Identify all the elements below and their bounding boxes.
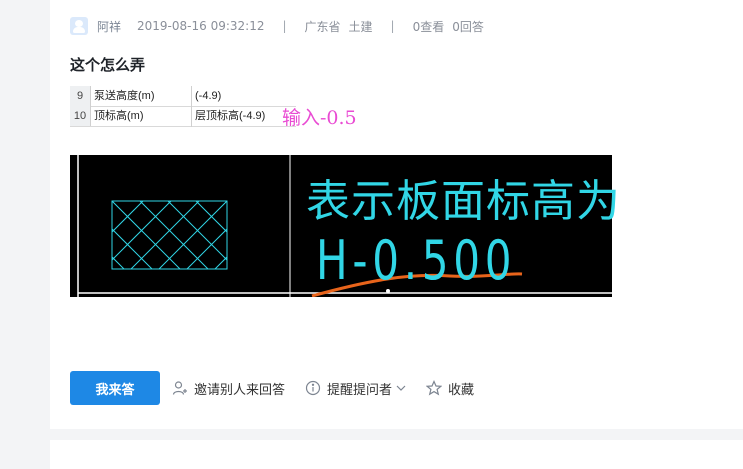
add-user-icon bbox=[172, 380, 188, 396]
row-number: 9 bbox=[70, 86, 91, 106]
invite-label: 邀请别人来回答 bbox=[194, 382, 286, 398]
remind-button[interactable]: 提醒提问者 bbox=[305, 379, 406, 398]
answer-count: 0回答 bbox=[452, 19, 484, 34]
screenshot-table: 9 泵送高度(m) (-4.9) 10 顶标高(m) 层顶标高(-4.9) bbox=[70, 86, 296, 130]
meta-separator: | bbox=[282, 19, 287, 33]
remind-label: 提醒提问者 bbox=[327, 382, 393, 398]
hatched-rectangle bbox=[111, 200, 228, 270]
action-bar: 我来答 邀请别人来回答 提醒提问者 收藏 bbox=[70, 371, 494, 405]
post-region: 广东省 bbox=[304, 19, 341, 34]
user-avatar-icon[interactable] bbox=[70, 17, 88, 35]
next-card bbox=[50, 440, 743, 469]
table-row: 9 泵送高度(m) (-4.9) bbox=[70, 86, 296, 107]
star-icon bbox=[426, 380, 443, 396]
question-title: 这个怎么弄 bbox=[70, 56, 146, 74]
table-row: 10 顶标高(m) 层顶标高(-4.9) bbox=[70, 106, 296, 127]
drawing-elevation-label: H-0.500 bbox=[316, 229, 517, 292]
question-card: 阿祥 2019-08-16 09:32:12 | 广东省 土建 | 0查看 0回… bbox=[50, 0, 743, 429]
meta-separator: | bbox=[390, 19, 395, 33]
post-category[interactable]: 土建 bbox=[349, 18, 373, 35]
author-name[interactable]: 阿祥 bbox=[97, 18, 121, 35]
drawing-caption: 表示板面标高为 bbox=[306, 176, 621, 227]
cad-drawing-image: 表示板面标高为 H-0.500 bbox=[70, 155, 620, 297]
post-time: 2019-08-16 09:32:12 bbox=[137, 19, 265, 33]
invite-button[interactable]: 邀请别人来回答 bbox=[172, 379, 285, 398]
favorite-button[interactable]: 收藏 bbox=[426, 379, 474, 398]
view-count: 0查看 bbox=[412, 19, 445, 34]
answer-button[interactable]: 我来答 bbox=[70, 371, 160, 405]
post-meta: 阿祥 2019-08-16 09:32:12 | 广东省 土建 | 0查看 0回… bbox=[70, 16, 484, 36]
row-number: 10 bbox=[70, 106, 91, 126]
row-value: (-4.9) bbox=[195, 90, 222, 102]
favorite-label: 收藏 bbox=[448, 382, 475, 398]
row-name: 顶标高(m) bbox=[94, 110, 144, 122]
info-circle-icon bbox=[305, 380, 321, 396]
annotation-note: 输入-0.5 bbox=[282, 107, 357, 129]
row-name: 泵送高度(m) bbox=[94, 90, 155, 102]
chevron-down-icon bbox=[396, 383, 406, 393]
row-value: 层顶标高(-4.9) bbox=[195, 110, 266, 122]
